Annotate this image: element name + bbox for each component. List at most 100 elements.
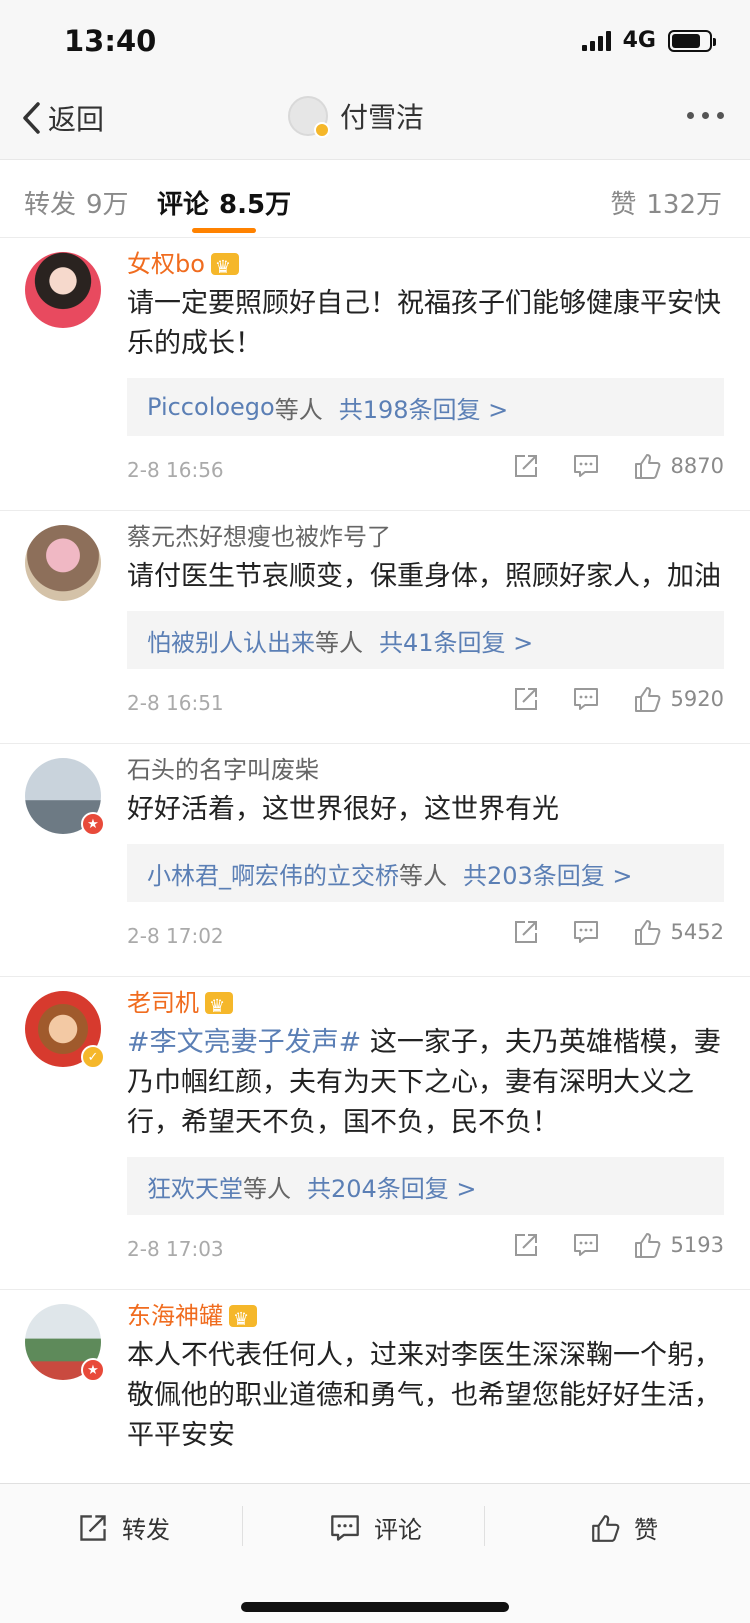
- badge-icon: ★: [81, 812, 105, 836]
- avatar[interactable]: [25, 525, 101, 601]
- divider: [242, 1506, 243, 1546]
- comment-button[interactable]: 评论: [330, 1510, 422, 1545]
- thumb-up-icon: [592, 1514, 620, 1542]
- hashtag-link[interactable]: #李文亮妻子发声#: [127, 1027, 361, 1058]
- comment-actions: 8870: [479, 452, 724, 480]
- username-text: 石头的名字叫废柴: [127, 756, 319, 784]
- avatar[interactable]: ★: [25, 758, 105, 836]
- back-button[interactable]: 返回: [20, 98, 104, 138]
- repost-button[interactable]: 转发: [78, 1510, 170, 1545]
- like-button[interactable]: 5920: [633, 685, 724, 713]
- comment-item: ★ 石头的名字叫废柴 好好活着，这世界很好，这世界有光 小林君_啊宏伟的立交桥 …: [0, 744, 750, 977]
- crown-icon: [205, 989, 233, 1025]
- comment-body: 蔡元杰好想瘦也被炸号了 请付医生节哀顺变，保重身体，照顾好家人，加油 怕被别人认…: [127, 519, 724, 743]
- comment-username[interactable]: 老司机: [127, 985, 724, 1025]
- share-icon[interactable]: [513, 919, 539, 945]
- username-text: 老司机: [127, 989, 199, 1017]
- like-label: 赞: [634, 1516, 658, 1544]
- status-time: 13:40: [64, 24, 157, 58]
- reply-count: 共198条回复 >: [338, 395, 509, 424]
- comment-item: ★ 东海神罐 本人不代表任何人，过来对李医生深深鞠一个躬，敬佩他的职业道德和勇气…: [0, 1290, 750, 1456]
- avatar[interactable]: ★: [25, 1304, 105, 1382]
- thumb-up-icon: [634, 454, 660, 479]
- nav-user[interactable]: 付雪洁: [288, 96, 424, 138]
- reply-suffix: 等人: [315, 628, 363, 657]
- comment-text: 本人不代表任何人，过来对李医生深深鞠一个躬，敬佩他的职业道德和勇气，也希望您能好…: [127, 1340, 721, 1451]
- comment-item: 蔡元杰好想瘦也被炸号了 请付医生节哀顺变，保重身体，照顾好家人，加油 怕被别人认…: [0, 511, 750, 744]
- tab-label: 评论: [157, 190, 210, 220]
- battery-icon: [668, 29, 716, 52]
- like-count: 5920: [670, 687, 724, 711]
- comment-text: 请付医生节哀顺变，保重身体，照顾好家人，加油: [127, 561, 721, 592]
- comment-icon[interactable]: [573, 919, 599, 945]
- comment-list[interactable]: 女权bo 请一定要照顾好自己！祝福孩子们能够健康平安快乐的成长！ Piccolo…: [0, 238, 750, 1483]
- like-count: 5452: [670, 920, 724, 944]
- crown-icon: [210, 250, 239, 286]
- comment-icon[interactable]: [573, 453, 599, 479]
- comment-item: 女权bo 请一定要照顾好自己！祝福孩子们能够健康平安快乐的成长！ Piccolo…: [0, 238, 750, 511]
- username-text: 东海神罐: [127, 1302, 223, 1330]
- reply-summary[interactable]: 小林君_啊宏伟的立交桥 等人 共203条回复 >: [127, 844, 724, 902]
- like-button[interactable]: 赞: [590, 1510, 658, 1545]
- comment-time: 2-8 17:02: [127, 924, 224, 948]
- comment-text: #李文亮妻子发声# 这一家子，夫乃英雄楷模，妻乃巾帼红颜，夫有为天下之心，妻有深…: [127, 1023, 724, 1143]
- username-text: 蔡元杰好想瘦也被炸号了: [127, 523, 391, 551]
- reply-summary[interactable]: Piccoloego 等人 共198条回复 >: [127, 378, 724, 436]
- reply-summary[interactable]: 怕被别人认出来 等人 共41条回复 >: [127, 611, 724, 669]
- tab-count: 132万: [646, 190, 722, 220]
- avatar[interactable]: [288, 96, 330, 138]
- comment-icon[interactable]: [573, 1232, 599, 1258]
- tab-count: 8.5万: [219, 190, 292, 220]
- home-indicator[interactable]: [241, 1602, 509, 1612]
- divider: [484, 1506, 485, 1546]
- tab-comment[interactable]: 评论 8.5万: [157, 184, 291, 221]
- more-button[interactable]: [687, 112, 724, 119]
- status-bar: 13:40 4G: [0, 0, 750, 84]
- comment-actions: 5193: [479, 1231, 724, 1259]
- bottom-toolbar: 转发 评论 赞: [0, 1483, 750, 1623]
- comment-username[interactable]: 蔡元杰好想瘦也被炸号了: [127, 519, 724, 555]
- like-count: 8870: [670, 454, 724, 478]
- comment-username[interactable]: 石头的名字叫废柴: [127, 752, 724, 788]
- reply-who: 小林君_啊宏伟的立交桥: [147, 861, 399, 890]
- thumb-up-icon: [634, 687, 660, 712]
- comment-body: 石头的名字叫废柴 好好活着，这世界很好，这世界有光 小林君_啊宏伟的立交桥 等人…: [127, 752, 724, 976]
- dot-icon: [687, 112, 694, 119]
- reply-count: 共203条回复 >: [463, 861, 633, 890]
- avatar[interactable]: [25, 252, 101, 328]
- tab-repost[interactable]: 转发 9万: [24, 184, 129, 221]
- reply-who: 狂欢天堂: [147, 1174, 243, 1203]
- thumb-up-icon: [634, 920, 660, 945]
- repost-label: 转发: [122, 1516, 170, 1544]
- tab-like[interactable]: 赞 132万: [610, 184, 722, 221]
- comment-meta: 2-8 17:02 5452: [127, 902, 724, 976]
- share-icon[interactable]: [513, 1232, 539, 1258]
- network-label: 4G: [622, 28, 656, 53]
- verified-icon: [314, 122, 330, 138]
- comment-username[interactable]: 东海神罐: [127, 1298, 724, 1338]
- comment-icon: [331, 1514, 359, 1541]
- share-icon[interactable]: [513, 686, 539, 712]
- comment-time: 2-8 16:56: [127, 458, 224, 482]
- back-label: 返回: [48, 103, 105, 136]
- nav-bar: 返回 付雪洁: [0, 84, 750, 160]
- reply-summary[interactable]: 狂欢天堂 等人 共204条回复 >: [127, 1157, 724, 1215]
- comment-icon[interactable]: [573, 686, 599, 712]
- avatar[interactable]: ✓: [25, 991, 105, 1069]
- tabs-bar: 转发 9万 评论 8.5万 赞 132万: [0, 160, 750, 238]
- badge-icon: ★: [81, 1358, 105, 1382]
- comment-text: 请一定要照顾好自己！祝福孩子们能够健康平安快乐的成长！: [127, 288, 721, 359]
- share-icon[interactable]: [513, 453, 539, 479]
- reply-count: 共204条回复 >: [307, 1174, 477, 1203]
- like-button[interactable]: 5452: [633, 918, 724, 946]
- like-button[interactable]: 5193: [633, 1231, 724, 1259]
- reply-suffix: 等人: [274, 395, 323, 424]
- reply-who: Piccoloego: [147, 393, 275, 421]
- chevron-left-icon: [23, 102, 40, 134]
- comment-username[interactable]: 女权bo: [127, 246, 724, 286]
- reply-who: 怕被别人认出来: [147, 628, 315, 657]
- like-button[interactable]: 8870: [633, 452, 724, 480]
- comment-time: 2-8 16:51: [127, 691, 224, 715]
- reply-suffix: 等人: [243, 1174, 291, 1203]
- reply-suffix: 等人: [399, 861, 447, 890]
